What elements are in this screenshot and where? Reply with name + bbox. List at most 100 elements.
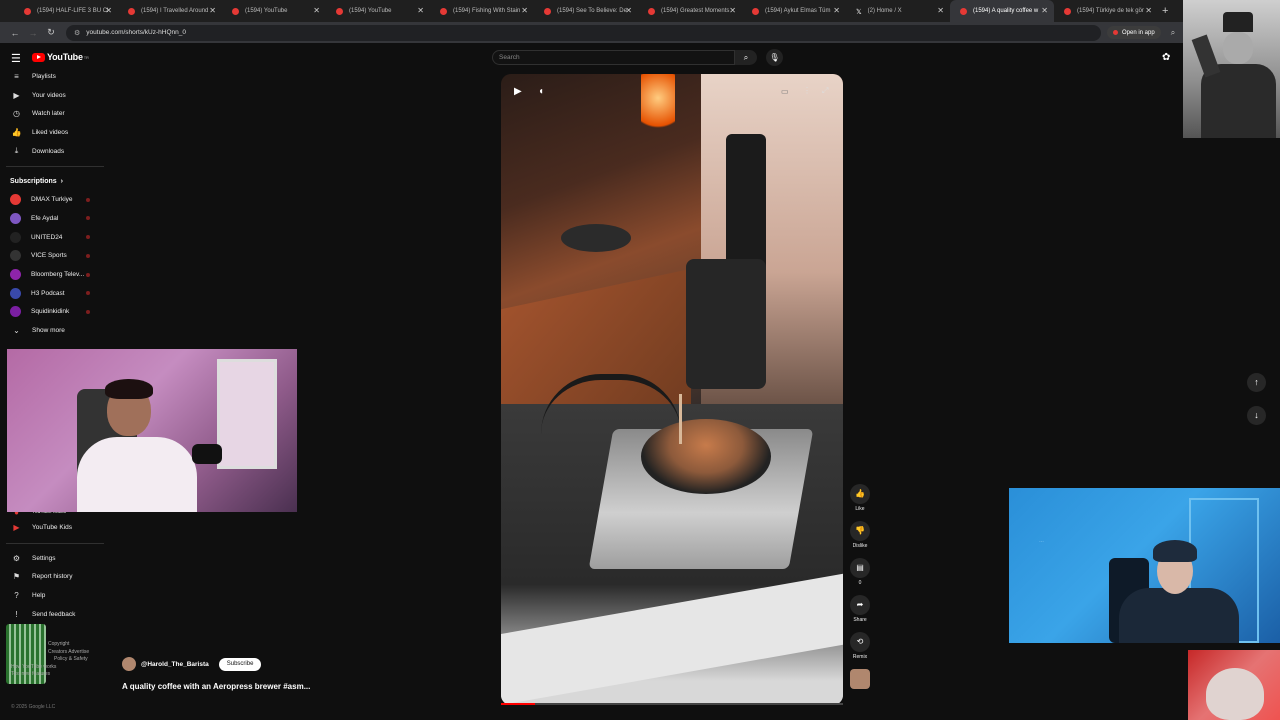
browser-tab[interactable]: (1594) YouTube ✕ [326,0,430,22]
youtube-favicon-icon [544,7,551,15]
youtube-logo[interactable]: YouTube TR [32,52,89,62]
more-vertical-icon[interactable]: ⋮ [803,86,811,95]
search-icon[interactable]: ⌕ [735,50,757,65]
close-tab-icon[interactable]: ✕ [729,6,736,15]
footer-link[interactable]: How YouTube works [11,664,111,672]
play-icon[interactable]: ▶ [514,86,522,97]
sidebar-item-help[interactable]: ? Help [0,586,110,605]
footer-links: Copyright Creators Advertise Policy & Sa… [11,641,111,679]
volume-icon[interactable]: ◖ [538,86,544,97]
footer-link[interactable]: Policy & Safety [11,656,111,664]
sidebar-item-liked-videos[interactable]: 👍 Liked videos [0,123,110,142]
sidebar-subscription[interactable]: Squidinkidink [0,303,110,322]
sidebar-item-report-history[interactable]: ⚑ Report history [0,567,110,586]
video-dripper-tower [686,259,766,389]
browser-tab[interactable]: 𝕏 (2) Home / X ✕ [846,0,950,22]
thumbs-up-icon[interactable]: 👍 [850,484,870,504]
close-tab-icon[interactable]: ✕ [521,6,528,15]
sidebar-item-watch-later[interactable]: ◷ Watch later [0,104,110,123]
youtube-favicon-icon [752,7,759,15]
channel-avatar[interactable] [122,657,136,671]
remix-icon[interactable]: ⟲ [850,632,870,652]
footer-link[interactable]: Creators Advertise [11,649,111,657]
sidebar-subscription[interactable]: H3 Podcast [0,284,110,303]
divider [6,166,104,168]
subscribe-button[interactable]: Subscribe [218,657,262,671]
browser-tab[interactable]: (1594) I Travelled Around ✕ [118,0,222,22]
sidebar-item-youtube-kids[interactable]: ▶ YouTube Kids [0,518,110,537]
microphone-icon[interactable]: 🎙 [766,49,783,66]
address-bar[interactable]: ⚙ youtube.com/shorts/kUz-hHQnn_0 [66,24,1101,41]
wall-text: … [1039,538,1045,544]
sidebar-subscription[interactable]: Efe Aydal [0,209,110,228]
window-background [217,359,277,469]
close-tab-icon[interactable]: ✕ [1041,6,1048,15]
sidebar-item-settings[interactable]: ⚙ Settings [0,549,110,568]
open-in-app-button[interactable]: Open in app [1107,26,1161,39]
video-tamper [561,224,631,252]
channel-name[interactable]: @Harold_The_Barista [141,661,209,668]
browser-tab[interactable]: (1594) Aykut Elmas Tüm ✕ [742,0,846,22]
close-tab-icon[interactable]: ✕ [417,6,424,15]
video-progress-fill [501,703,536,705]
share-icon[interactable]: ➦ [850,595,870,615]
comment-action[interactable]: ▤ 0 [849,558,871,590]
sidebar-subscription[interactable]: UNITED24 [0,228,110,247]
footer-link[interactable]: Copyright [11,641,111,649]
close-tab-icon[interactable]: ✕ [313,6,320,15]
like-action[interactable]: 👍 Like [849,484,871,516]
forward-arrow-icon[interactable]: → [24,28,42,38]
dislike-action[interactable]: 👎 Dislike [849,521,871,553]
sound-avatar[interactable] [850,669,870,689]
sound-source[interactable] [849,669,871,689]
shorts-video-player[interactable]: ▶ ◖ ▭ ⋮ ⤢ [501,74,843,705]
browser-tab[interactable]: (1594) HALF-LIFE 3 BU Cl ✕ [14,0,118,22]
sidebar-item-playlists[interactable]: ≡ Playlists [0,67,110,86]
previous-short-arrow-up-icon[interactable]: ↑ [1247,373,1266,392]
browser-tab[interactable]: (1594) Greatest Moments ✕ [638,0,742,22]
short-title[interactable]: A quality coffee with an Aeropress brewe… [122,682,310,691]
browser-tab[interactable]: (1594) YouTube ✕ [222,0,326,22]
settings-gear-icon[interactable]: ✿ [1162,52,1170,63]
remix-action[interactable]: ⟲ Remix [849,632,871,664]
footer-link[interactable]: Test new features [11,671,111,679]
close-tab-icon[interactable]: ✕ [1145,6,1152,15]
channel-avatar [10,287,21,299]
youtube-favicon-icon [232,7,239,15]
browser-tab[interactable]: (1594) See To Believe: De ✕ [534,0,638,22]
youtube-favicon-icon [24,7,31,15]
share-action[interactable]: ➦ Share [849,595,871,627]
video-icon: ▶ [13,90,20,100]
captions-icon[interactable]: ▭ [781,87,789,96]
close-tab-icon[interactable]: ✕ [105,6,112,15]
sidebar-item-downloads[interactable]: ⤓ Downloads [0,142,110,161]
subscriptions-heading[interactable]: Subscriptions › [0,172,110,190]
browser-tab[interactable]: (1594) Fishing With Stain ✕ [430,0,534,22]
new-tab-icon[interactable]: + [1162,5,1168,17]
comment-icon[interactable]: ▤ [850,558,870,578]
flag-icon: ⚑ [12,572,21,582]
close-tab-icon[interactable]: ✕ [625,6,632,15]
thumbs-down-icon[interactable]: 👎 [850,521,870,541]
show-more-button[interactable]: ⌄ Show more [0,321,110,340]
reload-icon[interactable]: ↻ [42,27,60,38]
close-tab-icon[interactable]: ✕ [833,6,840,15]
sidebar-subscription[interactable]: Bloomberg Telev... [0,265,110,284]
site-info-icon[interactable]: ⚙ [74,29,80,37]
hamburger-menu-icon[interactable]: ☰ [11,52,21,65]
browser-tab-active[interactable]: (1594) A quality coffee w ✕ [950,0,1054,22]
back-arrow-icon[interactable]: ← [6,28,24,38]
close-tab-icon[interactable]: ✕ [209,6,216,15]
zoom-search-icon[interactable]: ⌕ [1171,28,1175,38]
sidebar-item-your-videos[interactable]: ▶ Your videos [0,86,110,105]
next-short-arrow-down-icon[interactable]: ↓ [1247,406,1266,425]
fullscreen-icon[interactable]: ⤢ [822,86,828,96]
channel-avatar [10,231,21,243]
sidebar-subscription[interactable]: VICE Sports [0,247,110,266]
sidebar-subscription[interactable]: DMAX Turkiye [0,190,110,209]
sidebar-item-send-feedback[interactable]: ! Send feedback [0,605,110,624]
browser-tab[interactable]: (1594) Türkiye de tek gör ✕ [1054,0,1158,22]
video-progress-bar[interactable] [501,703,843,705]
search-input[interactable]: Search [492,50,735,65]
close-tab-icon[interactable]: ✕ [937,6,944,15]
